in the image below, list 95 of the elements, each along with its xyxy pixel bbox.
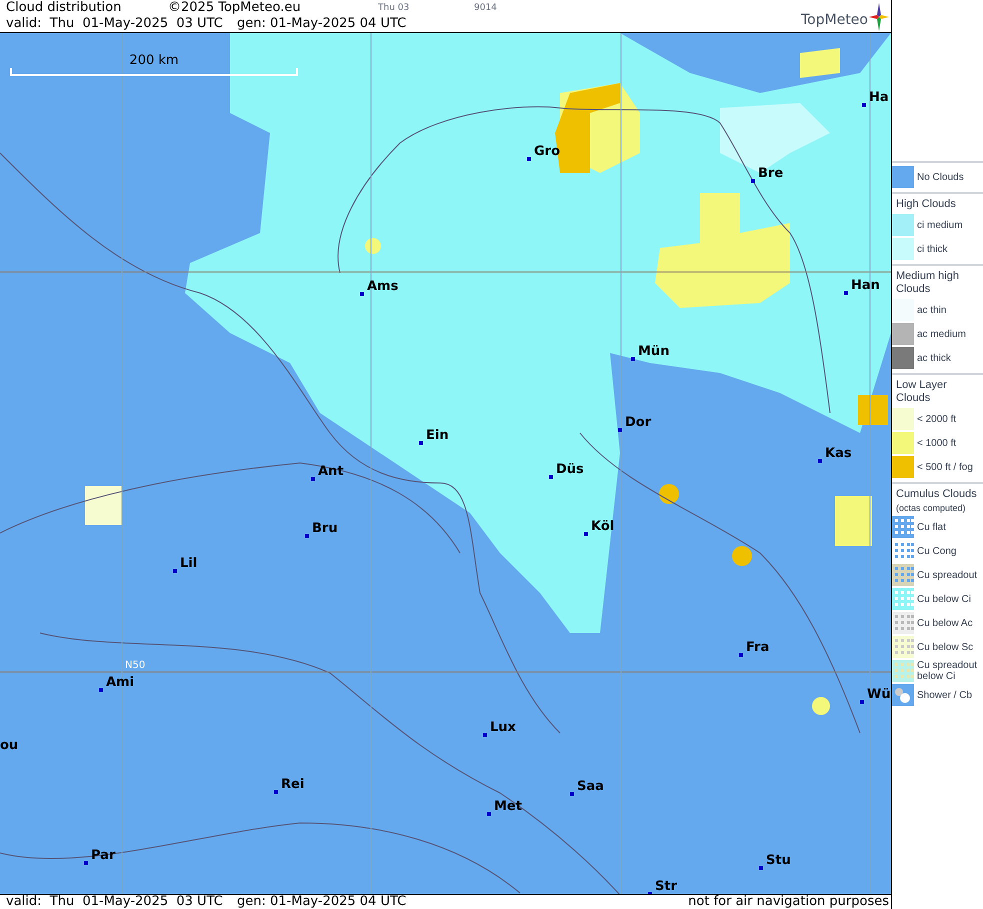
city-label: Lux (490, 720, 516, 735)
legend-swatch-icon (892, 408, 914, 430)
city-marker-icon (818, 459, 822, 463)
legend-label: ac thin (917, 304, 946, 316)
legend-label: Shower / Cb (917, 690, 972, 700)
city-marker-icon (570, 792, 574, 796)
city-label: Ant (318, 464, 344, 479)
legend-label: ac medium (917, 328, 966, 340)
legend-label: ci thick (917, 244, 948, 254)
legend-label: Cu below Ac (917, 618, 973, 628)
city-label: Bre (758, 166, 784, 181)
city-label: Köl (591, 519, 614, 534)
city-label: Wü (867, 687, 891, 702)
city-marker-icon (631, 357, 635, 361)
legend-swatch-icon (892, 214, 914, 236)
disclaimer-text: not for air navigation purposes (688, 895, 889, 909)
city-label: Met (494, 799, 522, 814)
city-marker-icon (483, 733, 487, 737)
legend-label: ac thick (917, 352, 951, 364)
legend-swatch-icon (892, 660, 914, 682)
legend-subheading: (octas computed) (895, 503, 967, 513)
city-label: Ams (367, 279, 398, 294)
day-label: Thu 03 (378, 2, 410, 15)
compass-logo-icon (869, 3, 889, 31)
legend-heading: Low Layer Clouds (895, 378, 948, 406)
city-label: Han (851, 278, 880, 293)
city-marker-icon (311, 477, 315, 481)
city-marker-icon (305, 534, 309, 538)
legend-label: Cu below Sc (917, 642, 974, 652)
city-label: ou (0, 738, 18, 753)
legend-swatch-icon (892, 238, 914, 260)
legend-heading: Cumulus Clouds (895, 487, 978, 502)
city-marker-icon (527, 157, 531, 161)
legend-label: < 2000 ft (917, 414, 956, 424)
legend-swatch-icon (892, 323, 914, 345)
legend-swatch-icon (892, 612, 914, 634)
city-marker-icon (751, 179, 755, 183)
copyright-text: ©2025 TopMeteo.eu (168, 0, 302, 16)
city-marker-icon (487, 812, 491, 816)
city-marker-icon (274, 790, 278, 794)
legend-label: Cu spreadout below Ci (917, 660, 978, 682)
city-label: Par (91, 848, 116, 863)
legend-swatch-icon (892, 636, 914, 658)
legend-swatch-icon (892, 299, 914, 321)
legend-swatch-icon (892, 432, 914, 454)
city-marker-icon (860, 700, 864, 704)
legend-label: Cu flat (917, 522, 946, 532)
city-label: Str (655, 879, 677, 894)
latitude-label: N50 (125, 660, 146, 671)
legend-label: < 500 ft / fog (917, 462, 973, 472)
city-marker-icon (173, 569, 177, 573)
legend-label: No Clouds (917, 172, 964, 182)
city-label: Dor (625, 415, 652, 430)
city-marker-icon (862, 103, 866, 107)
scale-bar-icon (10, 68, 298, 76)
legend-label: Cu spreadout (917, 570, 978, 580)
map-title: Cloud distribution (6, 0, 122, 16)
city-marker-icon (844, 291, 848, 295)
city-label: Ha (869, 90, 889, 105)
legend-swatch-icon (892, 347, 914, 369)
legend-heading: High Clouds (895, 197, 957, 212)
city-label: Lil (180, 556, 198, 571)
city-marker-icon (618, 428, 622, 432)
city-label: Düs (556, 462, 584, 477)
generated-time: gen: 01-May-2025 04 UTC (237, 16, 406, 32)
city-marker-icon (584, 532, 588, 536)
logo-text: TopMeteo (801, 11, 868, 30)
valid-time: valid: Thu 01-May-2025 03 UTC (6, 16, 224, 32)
code-label: 9014 (474, 2, 497, 15)
legend-heading: Medium high Clouds (895, 269, 960, 297)
city-label: Ami (106, 675, 134, 690)
legend-label: Cu Cong (917, 546, 956, 556)
legend-swatch-icon (892, 456, 914, 478)
city-marker-icon (84, 861, 88, 865)
city-marker-icon (99, 688, 103, 692)
city-marker-icon (419, 441, 423, 445)
city-marker-icon (549, 475, 553, 479)
legend-swatch-icon (892, 588, 914, 610)
city-marker-icon (360, 292, 364, 296)
legend-label: ci medium (917, 220, 963, 230)
city-marker-icon (739, 653, 743, 657)
legend-label: < 1000 ft (917, 438, 956, 448)
city-label: Ein (426, 428, 449, 443)
legend-label: Cu below Ci (917, 594, 971, 604)
city-label: Stu (766, 853, 791, 868)
city-label: Kas (825, 446, 852, 461)
city-label: Saa (577, 779, 604, 794)
legend-swatch-icon (892, 166, 914, 188)
valid-time: valid: Thu 01-May-2025 03 UTC (6, 895, 224, 909)
city-label: Fra (746, 640, 770, 655)
city-marker-icon (759, 866, 763, 870)
generated-time: gen: 01-May-2025 04 UTC (237, 895, 406, 909)
city-label: Rei (281, 777, 304, 792)
city-label: Mün (638, 344, 670, 359)
city-label: Bru (312, 521, 338, 536)
